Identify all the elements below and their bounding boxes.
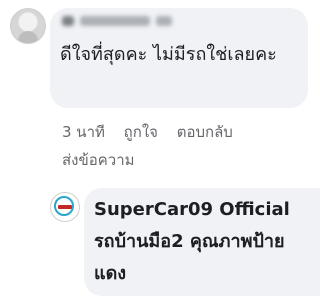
reply-bubble: SuperCar09 Official รถบ้านมือ2 คุณภาพป้า… [84, 188, 320, 296]
comment-actions: 3 นาที ถูกใจ ตอบกลับ ส่งข้อความ [62, 118, 312, 174]
commenter-avatar[interactable] [10, 8, 46, 44]
comment-text: ดีใจที่สุดคะ ไม่มีรถใช่เลยคะ [60, 44, 277, 65]
logo-bar-icon [58, 205, 72, 209]
comment-bubble: ดีใจที่สุดคะ ไม่มีรถใช่เลยคะ [50, 8, 308, 108]
like-link[interactable]: ถูกใจ [124, 123, 158, 141]
reply-text: SuperCar09 Official รถบ้านมือ2 คุณภาพป้า… [94, 199, 290, 284]
reply-link[interactable]: ตอบกลับ [177, 123, 233, 141]
page-avatar-logo[interactable] [50, 192, 80, 222]
send-message-link[interactable]: ส่งข้อความ [62, 151, 135, 169]
comment-time[interactable]: 3 นาที [62, 123, 105, 141]
commenter-name-blurred[interactable] [62, 15, 172, 27]
